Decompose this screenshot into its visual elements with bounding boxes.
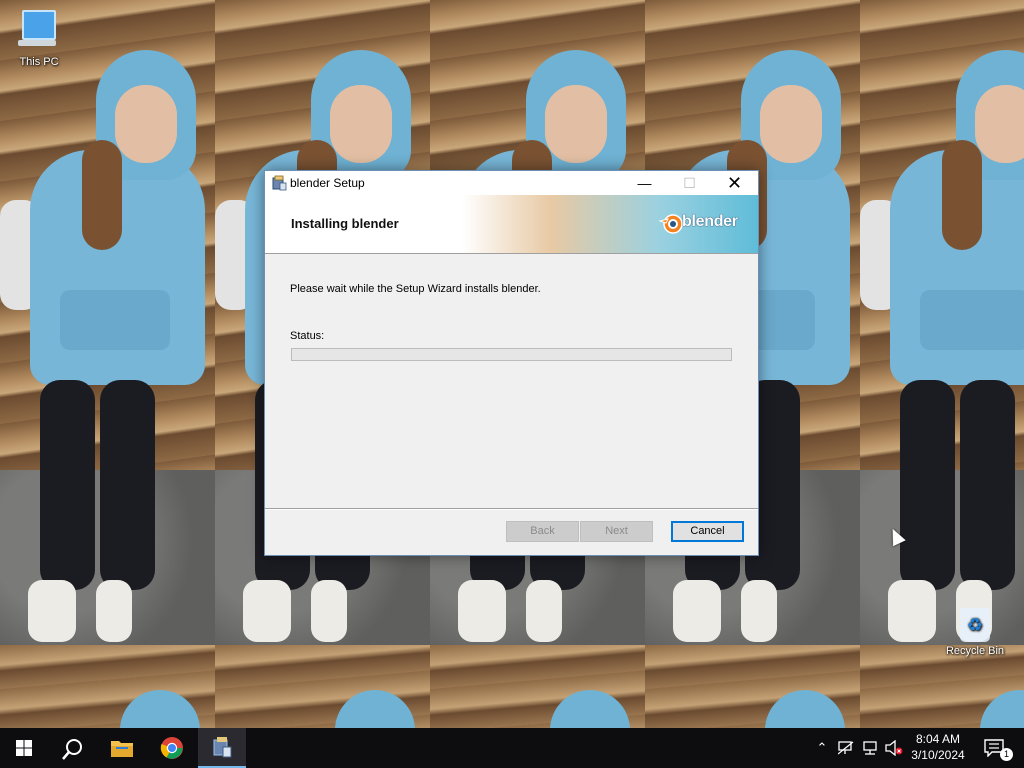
chrome-icon xyxy=(160,737,183,759)
close-button[interactable]: ✕ xyxy=(712,171,757,195)
start-icon xyxy=(16,740,32,756)
file-explorer-button[interactable] xyxy=(98,728,146,768)
network-tray-button[interactable] xyxy=(860,728,880,768)
recycle-bin-icon: ♻ xyxy=(960,608,990,642)
banner-title: Installing blender xyxy=(291,216,399,231)
close-icon: ✕ xyxy=(726,173,743,193)
setup-banner: Installing blender blender xyxy=(265,195,758,253)
back-button[interactable]: Back xyxy=(506,521,579,542)
wallpaper-tile xyxy=(0,0,215,728)
desktop-icon-recycle-bin[interactable]: ♻ Recycle Bin xyxy=(940,608,1010,657)
network-icon xyxy=(837,741,854,755)
search-icon xyxy=(62,739,82,760)
cancel-button[interactable]: Cancel xyxy=(671,521,744,542)
install-progress-bar xyxy=(291,348,732,361)
minimize-button[interactable]: — xyxy=(622,171,667,195)
desktop-icon-label: Recycle Bin xyxy=(945,645,1005,657)
window-titlebar[interactable]: blender Setup — ☐ ✕ xyxy=(265,171,758,195)
taskbar-clock[interactable]: 8:04 AM 3/10/2024 xyxy=(902,731,974,763)
setup-taskbar-button[interactable] xyxy=(198,728,246,768)
clock-date: 3/10/2024 xyxy=(911,748,965,762)
action-center-button[interactable]: 1 xyxy=(978,728,1018,768)
desktop-icon-label: This PC xyxy=(19,56,59,68)
installer-icon xyxy=(272,175,287,191)
blender-logo-text: blender xyxy=(682,213,738,230)
blender-logo-icon xyxy=(658,214,683,234)
setup-window: blender Setup — ☐ ✕ Installing blender b… xyxy=(264,170,759,556)
notification-count-badge: 1 xyxy=(1000,748,1013,761)
chevron-up-icon: ⌃ xyxy=(816,740,828,755)
status-label: Status: xyxy=(290,330,325,342)
wait-message: Please wait while the Setup Wizard insta… xyxy=(290,283,541,295)
maximize-button[interactable]: ☐ xyxy=(667,171,712,195)
next-button[interactable]: Next xyxy=(580,521,653,542)
taskbar: ⌃ 8:04 AM 3/10/2024 1 xyxy=(0,728,1024,768)
start-button[interactable] xyxy=(0,728,48,768)
computer-icon xyxy=(18,10,56,46)
setup-installer-icon xyxy=(213,737,232,758)
minimize-icon: — xyxy=(637,175,652,191)
file-explorer-icon xyxy=(111,741,133,757)
maximize-icon: ☐ xyxy=(683,175,696,191)
clock-time: 8:04 AM xyxy=(915,732,961,746)
volume-muted-icon xyxy=(885,739,903,757)
network-icon xyxy=(863,741,877,755)
setup-body: Please wait while the Setup Wizard insta… xyxy=(265,254,758,509)
footer-divider xyxy=(265,508,758,509)
window-title: blender Setup xyxy=(290,176,365,190)
search-button[interactable] xyxy=(48,728,96,768)
desktop-icon-this-pc[interactable]: This PC xyxy=(4,10,74,68)
show-hidden-icons-button[interactable]: ⌃ xyxy=(812,728,832,768)
network-tray-button[interactable] xyxy=(836,728,856,768)
volume-tray-button[interactable] xyxy=(884,728,904,768)
chrome-button[interactable] xyxy=(148,728,196,768)
blender-logo: blender xyxy=(658,210,750,238)
